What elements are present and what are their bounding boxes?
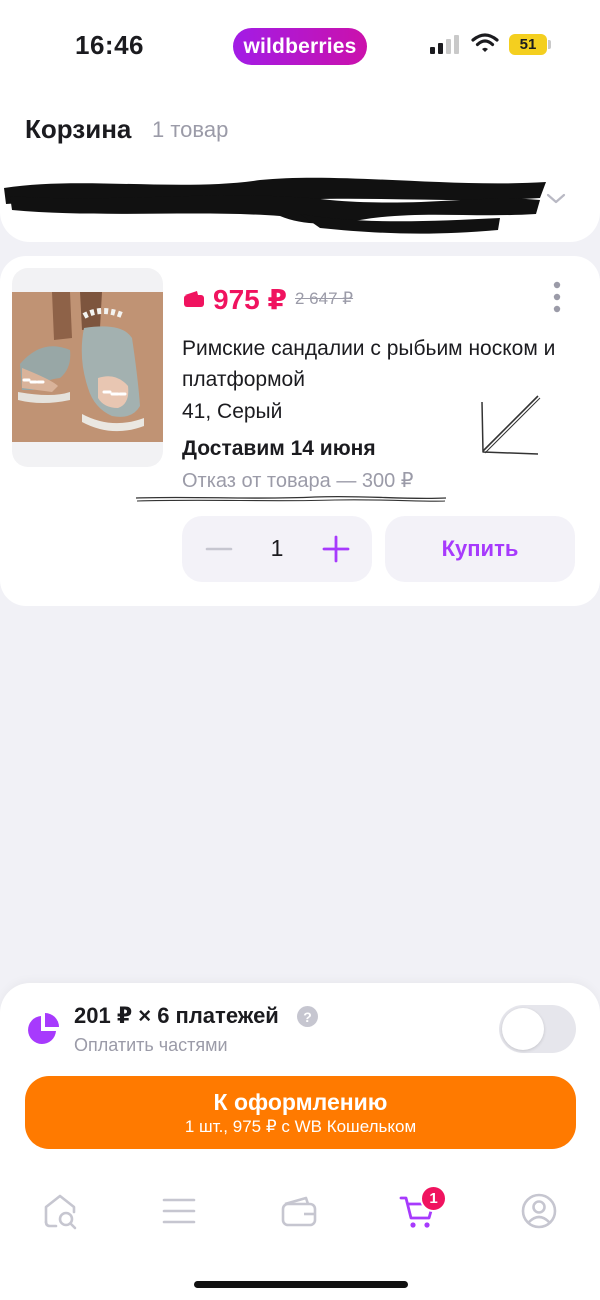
menu-icon[interactable] [160, 1192, 198, 1230]
wifi-icon [471, 33, 499, 52]
cart-item-count: 1 товар [152, 117, 229, 142]
cart-badge: 1 [420, 1185, 447, 1212]
battery-indicator: 51 [509, 34, 547, 55]
refusal-fee: Отказ от товара — 300 ₽ [182, 470, 414, 492]
chevron-down-icon[interactable] [545, 190, 567, 206]
sandal-photo [12, 292, 163, 442]
pie-chart-icon [28, 1013, 59, 1044]
product-image[interactable] [12, 268, 163, 467]
brand-logo: wildberries [233, 28, 367, 65]
page-title: Корзина [25, 114, 132, 144]
wallet-icon [184, 291, 204, 307]
checkout-title: К оформлению [213, 1088, 388, 1115]
product-variant: 41, Серый [182, 400, 283, 423]
cellular-signal-icon [430, 35, 459, 54]
toggle-knob [502, 1008, 544, 1050]
wallet-tab-icon[interactable] [280, 1192, 318, 1230]
buy-button[interactable]: Купить [385, 516, 575, 582]
more-options-icon[interactable] [549, 280, 565, 316]
help-icon[interactable]: ? [297, 1006, 318, 1027]
installment-plan: 201 ₽ × 6 платежей [74, 1003, 279, 1028]
checkout-button[interactable]: К оформлению 1 шт., 975 ₽ с WB Кошельком [25, 1076, 576, 1149]
quantity-value: 1 [270, 535, 284, 561]
home-indicator[interactable] [194, 1281, 408, 1288]
product-name[interactable]: Римские сандалии с рыбьим носком и платф… [182, 333, 582, 395]
handwritten-underline [135, 495, 447, 502]
redacted-address[interactable] [0, 174, 550, 236]
home-search-icon[interactable] [42, 1192, 80, 1230]
decrease-quantity-button[interactable] [204, 534, 234, 564]
product-price: 975 ₽ [213, 283, 287, 315]
status-time: 16:46 [75, 30, 144, 60]
checkout-subtitle: 1 шт., 975 ₽ с WB Кошельком [184, 1116, 417, 1136]
profile-icon[interactable] [520, 1192, 558, 1230]
price-row: 975 ₽ 2 647 ₽ [183, 282, 353, 316]
increase-quantity-button[interactable] [321, 534, 351, 564]
battery-tip [548, 40, 551, 49]
delivery-date: Доставим 14 июня [182, 437, 376, 460]
product-old-price: 2 647 ₽ [294, 289, 354, 308]
installment-label: Оплатить частями [74, 1035, 228, 1055]
handwritten-arrow [481, 395, 541, 455]
